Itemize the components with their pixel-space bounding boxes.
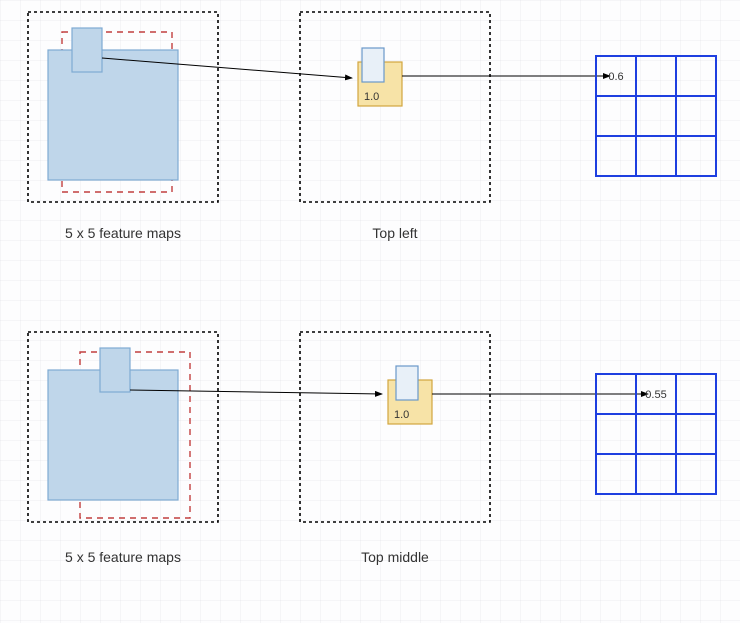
grid-value-1: 0.6: [608, 71, 623, 83]
filter-top-1: [72, 28, 102, 72]
row-top-left: 1.0 0.6 5 x 5 feature maps Top left: [28, 12, 716, 241]
mid-caption-1: Top left: [372, 225, 417, 241]
row-top-middle: 1.0 0.55 5 x 5 feature maps Top middle: [28, 332, 716, 565]
filter-overlay-2: [396, 366, 418, 400]
grid-value-2: 0.55: [645, 389, 666, 401]
source-caption-2: 5 x 5 feature maps: [65, 549, 181, 565]
match-score-2: 1.0: [394, 409, 409, 421]
diagram-canvas: 1.0 0.6 5 x 5 feature maps Top left: [0, 0, 740, 623]
output-grid-1: 0.6: [596, 56, 716, 176]
output-grid-2: 0.55: [596, 374, 716, 494]
match-score-1: 1.0: [364, 91, 379, 103]
filter-top-2: [100, 348, 130, 392]
mid-container-2: [300, 332, 490, 522]
filter-overlay-1: [362, 48, 384, 82]
mid-caption-2: Top middle: [361, 549, 429, 565]
mid-container-1: [300, 12, 490, 202]
feature-block-1: [48, 50, 178, 180]
source-caption-1: 5 x 5 feature maps: [65, 225, 181, 241]
